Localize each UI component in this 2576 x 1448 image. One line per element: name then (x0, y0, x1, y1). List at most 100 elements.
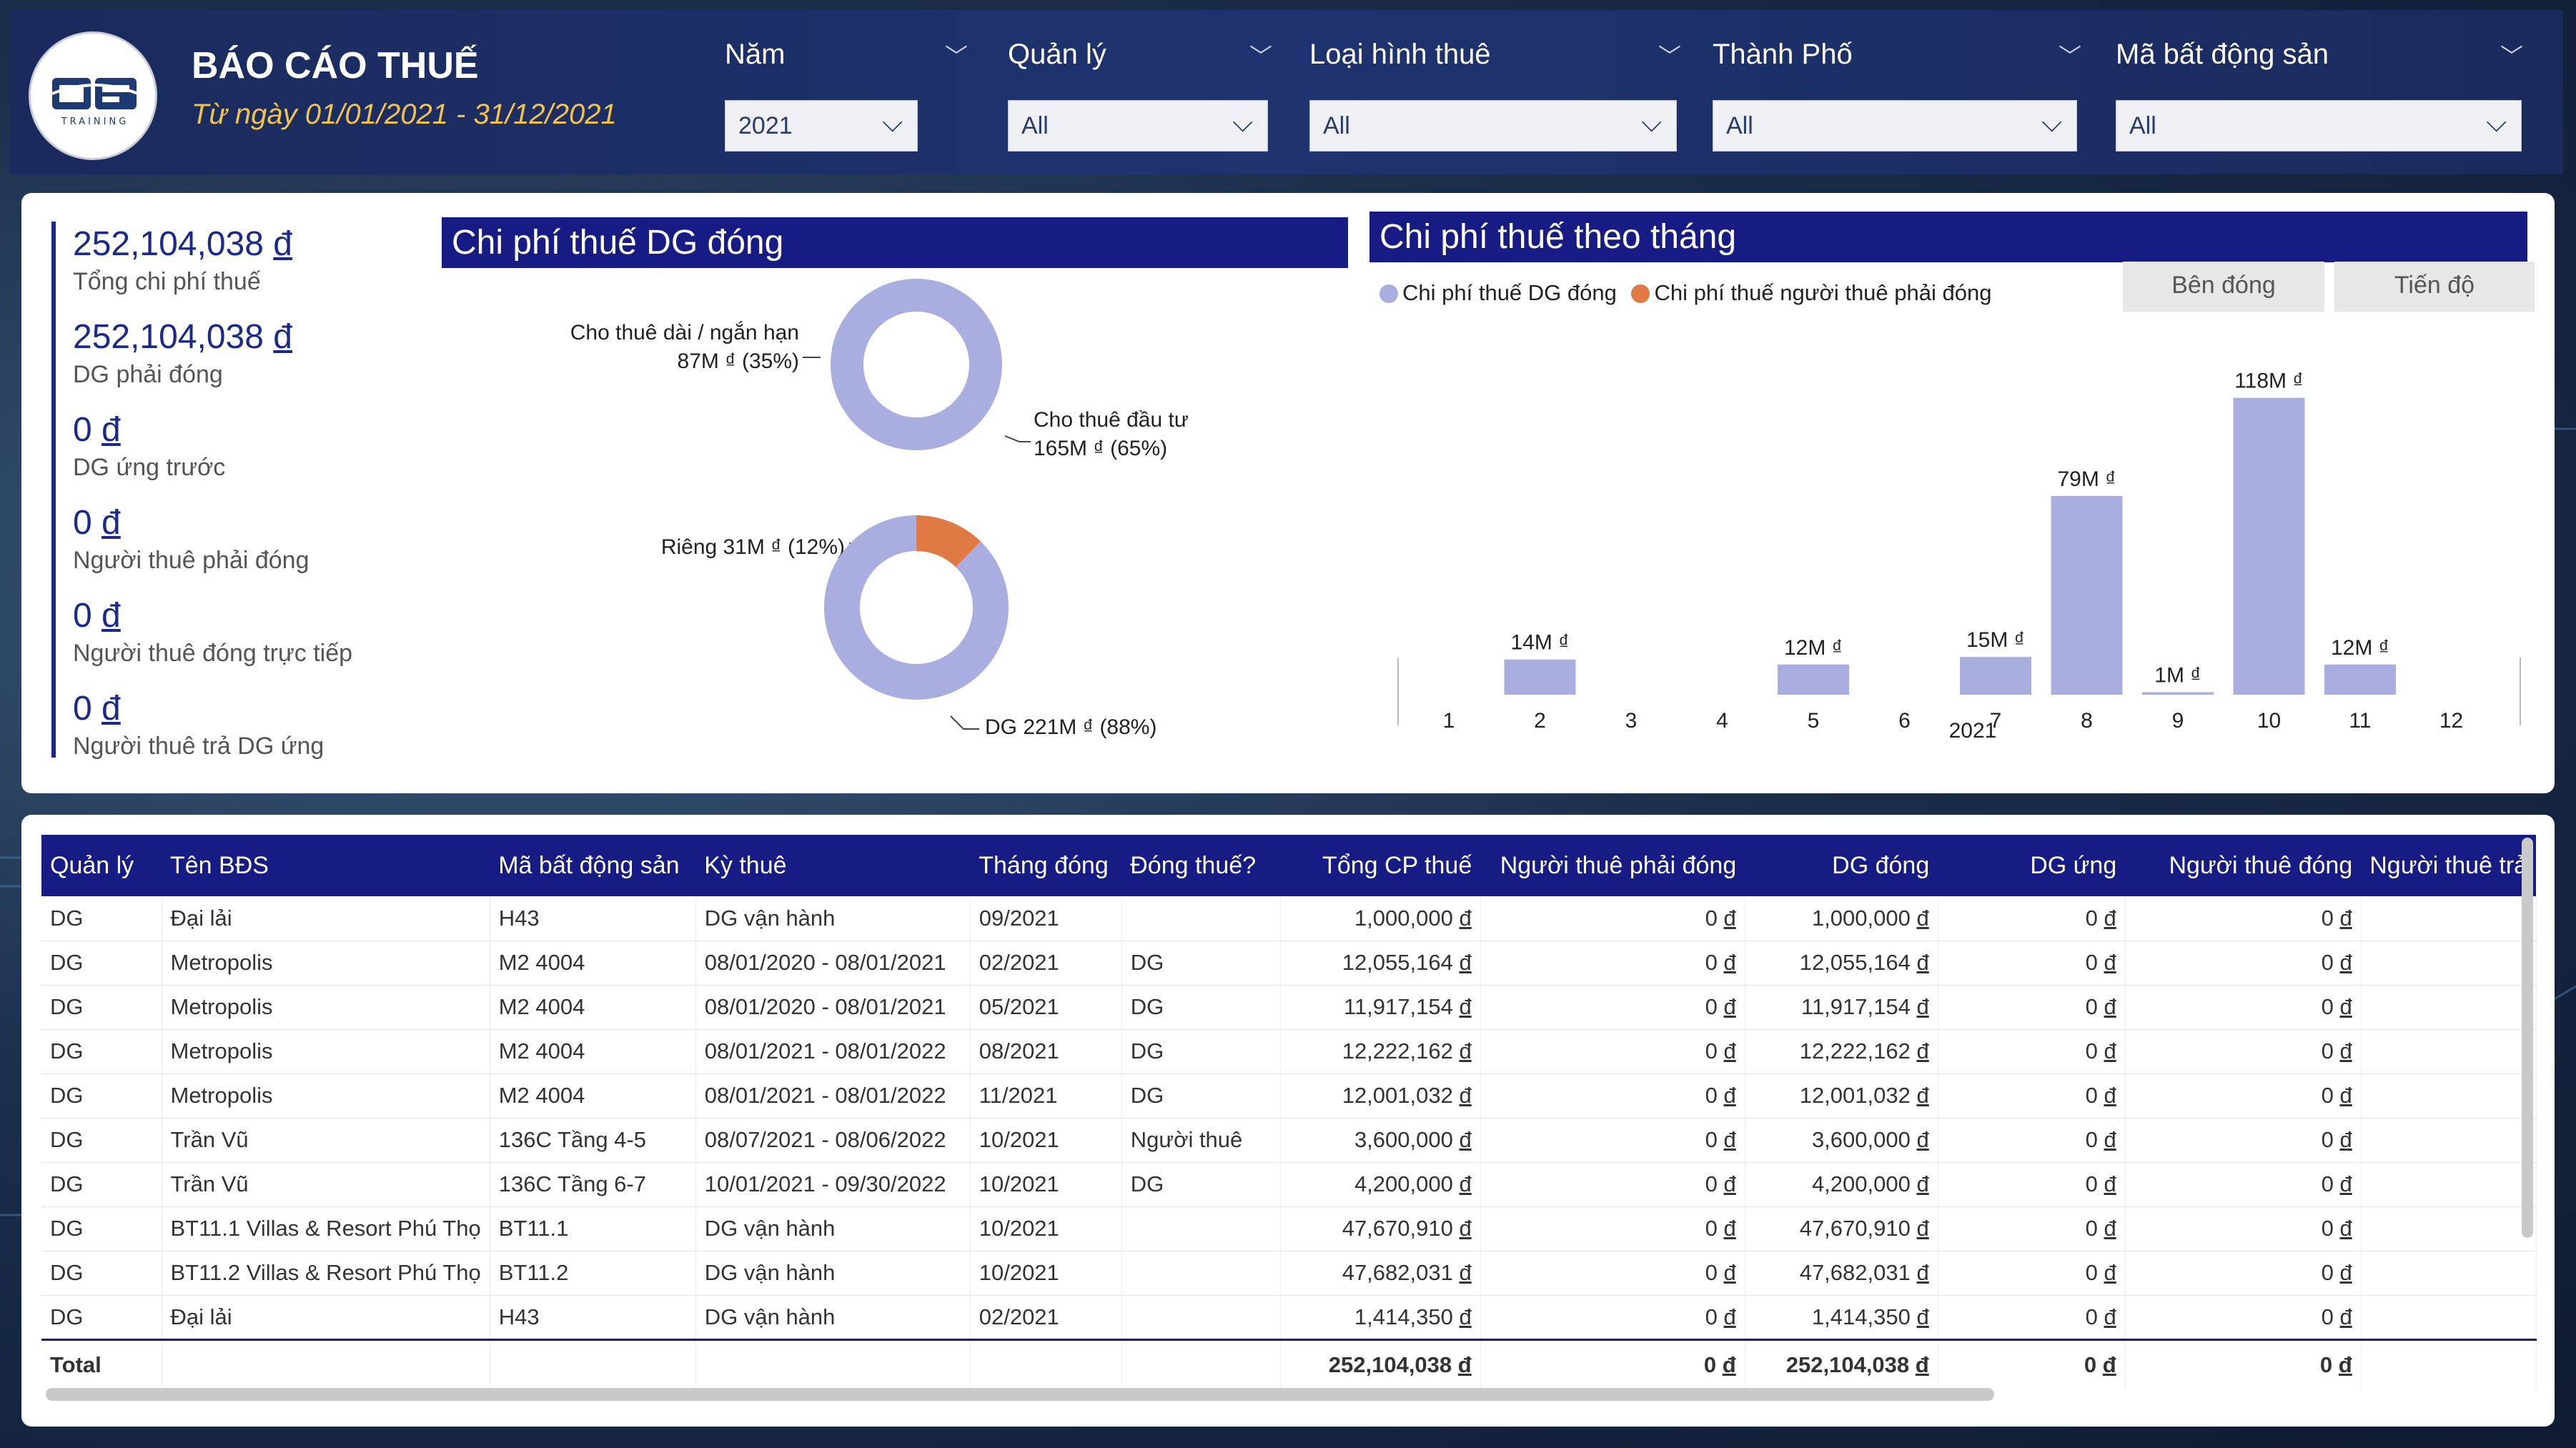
table-row[interactable]: DG Trần Vũ 136C Tầng 4-5 08/07/2021 - 08/06… (41, 1118, 2537, 1163)
legend-dot (1379, 284, 1398, 303)
table-cell: 47,682,031 đ (1280, 1251, 1481, 1296)
table-cell (695, 1338, 971, 1389)
logo-subtext: TRAINING (61, 116, 129, 127)
bar-month-7[interactable] (1960, 657, 2031, 695)
col-header[interactable]: Người thuê đóng (2125, 835, 2362, 896)
table-cell: 02/2021 (970, 941, 1122, 986)
chevron-down-icon: ⌵ (1232, 108, 1253, 138)
bar-month-5[interactable] (1778, 664, 1849, 695)
cell-value: 0 (2321, 1216, 2334, 1241)
legend-item-dg[interactable]: Chi phí thuế DG đóng (1402, 280, 1617, 305)
table-cell: 1,414,350 đ (1745, 1295, 1938, 1340)
bar-month-9[interactable] (2142, 692, 2214, 695)
donut2-slice[interactable] (824, 515, 1009, 700)
table-row[interactable]: DG Đại lải H43 DG vận hành 09/2021 1,000,000 … (41, 896, 2537, 941)
table-cell (1121, 1251, 1281, 1296)
table-cell: 0 đ (2125, 1029, 2362, 1074)
table-cell: 08/01/2021 - 08/01/2022 (695, 1029, 971, 1074)
table-row[interactable]: DG BT11.2 Villas & Resort Phú Thọ BT11.2 DG… (41, 1251, 2537, 1296)
table-cell: 05/2021 (970, 985, 1122, 1030)
table-cell: DG (41, 1251, 162, 1296)
table-row[interactable]: DG Trần Vũ 136C Tầng 6-7 10/01/2021 - 09/30… (41, 1162, 2537, 1207)
payer-button[interactable]: Bên đóng (2123, 262, 2324, 312)
table-row[interactable]: DG Đại lải H43 DG vận hành 02/2021 1,414,350 … (41, 1295, 2537, 1340)
cell-value: 0 (2085, 1260, 2098, 1285)
table-cell: DG (1121, 1073, 1281, 1119)
chevron-down-icon[interactable]: ﹀ (1249, 39, 1272, 71)
col-header[interactable]: Quản lý (41, 835, 162, 896)
cell-currency: đ (1459, 994, 1472, 1019)
chevron-down-icon: ⌵ (2486, 108, 2507, 138)
col-header[interactable]: Tên BĐS (162, 835, 490, 896)
kpi-value: 252,104,038 (73, 318, 264, 356)
cell-currency: đ (1459, 1171, 1472, 1196)
filter-property-code-select[interactable]: All ⌵ (2116, 100, 2522, 152)
vertical-scrollbar[interactable] (2522, 838, 2533, 1238)
horizontal-scrollbar[interactable] (46, 1388, 1994, 1401)
legend-item-tenant[interactable]: Chi phí thuế người thuê phải đóng (1654, 280, 1991, 305)
table-row[interactable]: DG BT11.1 Villas & Resort Phú Thọ BT11.1 DG… (41, 1206, 2537, 1251)
cell-currency: đ (1723, 905, 1736, 931)
dg-logo-icon (51, 78, 139, 109)
cell-value: 0 (2321, 905, 2334, 931)
chevron-down-icon[interactable]: ﹀ (2500, 39, 2523, 71)
table-cell: DG (1121, 985, 1281, 1030)
cell-value: 1,000,000 (1811, 905, 1911, 931)
cell-currency: đ (1459, 1127, 1472, 1152)
table-cell: 0 đ (1938, 1295, 2126, 1340)
col-header[interactable]: Đóng thuế? (1121, 835, 1281, 896)
col-header[interactable]: Kỳ thuê (695, 835, 971, 896)
donut2-slice[interactable] (916, 515, 981, 568)
chevron-down-icon: ⌵ (1641, 108, 1662, 138)
filter-year-select[interactable]: 2021 ⌵ (725, 100, 918, 152)
progress-button[interactable]: Tiến độ (2334, 262, 2535, 312)
chevron-down-icon[interactable]: ﹀ (1658, 39, 1681, 71)
table-row[interactable]: DG Metropolis M2 4004 08/01/2020 - 08/01/20… (41, 941, 2537, 986)
col-header[interactable]: DG đóng (1745, 835, 1938, 896)
cell-currency: đ (1916, 1304, 1929, 1329)
cell-currency: đ (1459, 950, 1472, 975)
report-header: TRAINING BÁO CÁO THUẾ Từ ngày 01/01/2021… (10, 10, 2563, 174)
table-cell (1121, 1206, 1281, 1251)
bar-month-8[interactable] (2051, 495, 2123, 695)
table-cell: 0 đ (1938, 941, 2126, 986)
table-cell: DG (41, 1206, 162, 1251)
col-header[interactable]: Người thuê phải đóng (1480, 835, 1745, 896)
col-header[interactable]: Người thuê trả (2361, 835, 2537, 896)
cell-currency: đ (1916, 1038, 1929, 1063)
cell-value: 0 (1705, 994, 1718, 1019)
table-header-row: Quản lý Tên BĐS Mã bất động sản Kỳ thuê … (41, 835, 2537, 896)
bar-data-label: 1M ₫ (2154, 663, 2201, 687)
table-cell: 0 đ (1480, 1206, 1745, 1251)
x-tick-label: 8 (2081, 709, 2093, 733)
filter-manager-select[interactable]: All ⌵ (1008, 100, 1268, 152)
table-cell: 0 đ (2125, 1162, 2362, 1207)
chevron-down-icon[interactable]: ﹀ (2059, 39, 2081, 71)
table-cell: 08/01/2020 - 08/01/2021 (695, 941, 971, 986)
table-row[interactable]: DG Metropolis M2 4004 08/01/2020 - 08/01/20… (41, 985, 2537, 1030)
chevron-down-icon[interactable]: ﹀ (945, 39, 968, 71)
table-row[interactable]: DG Metropolis M2 4004 08/01/2021 - 08/01/20… (41, 1073, 2537, 1119)
col-header[interactable]: DG ứng (1938, 835, 2126, 896)
col-header[interactable]: Mã bất động sản (490, 835, 696, 896)
filter-city-select[interactable]: All ⌵ (1713, 100, 2077, 152)
report-date-range: Từ ngày 01/01/2021 - 31/12/2021 (192, 99, 617, 130)
table-cell: 0 đ (1480, 1251, 1745, 1296)
bar-month-10[interactable] (2233, 397, 2305, 695)
table-row[interactable]: DG Metropolis M2 4004 08/01/2021 - 08/01/20… (41, 1029, 2537, 1074)
table-cell: 0 đ (1938, 896, 2126, 941)
table-cell: 1,000,000 đ (1745, 896, 1938, 941)
x-tick-label: 4 (1716, 709, 1728, 733)
cell-currency: đ (2339, 1216, 2352, 1241)
donut1-slice[interactable] (916, 279, 1002, 413)
cell-currency: đ (1459, 1038, 1472, 1063)
filter-rental-type-select[interactable]: All ⌵ (1309, 100, 1677, 152)
cell-value: 12,222,162 (1342, 1038, 1453, 1063)
bar-month-2[interactable] (1504, 659, 1576, 695)
col-header[interactable]: Tháng đóng (970, 835, 1122, 896)
table-cell: DG (41, 985, 162, 1030)
col-header[interactable]: Tổng CP thuế (1280, 835, 1481, 896)
bar-month-11[interactable] (2324, 664, 2396, 695)
cell-currency: đ (1459, 905, 1472, 931)
table-cell: Đại lải (162, 896, 490, 941)
